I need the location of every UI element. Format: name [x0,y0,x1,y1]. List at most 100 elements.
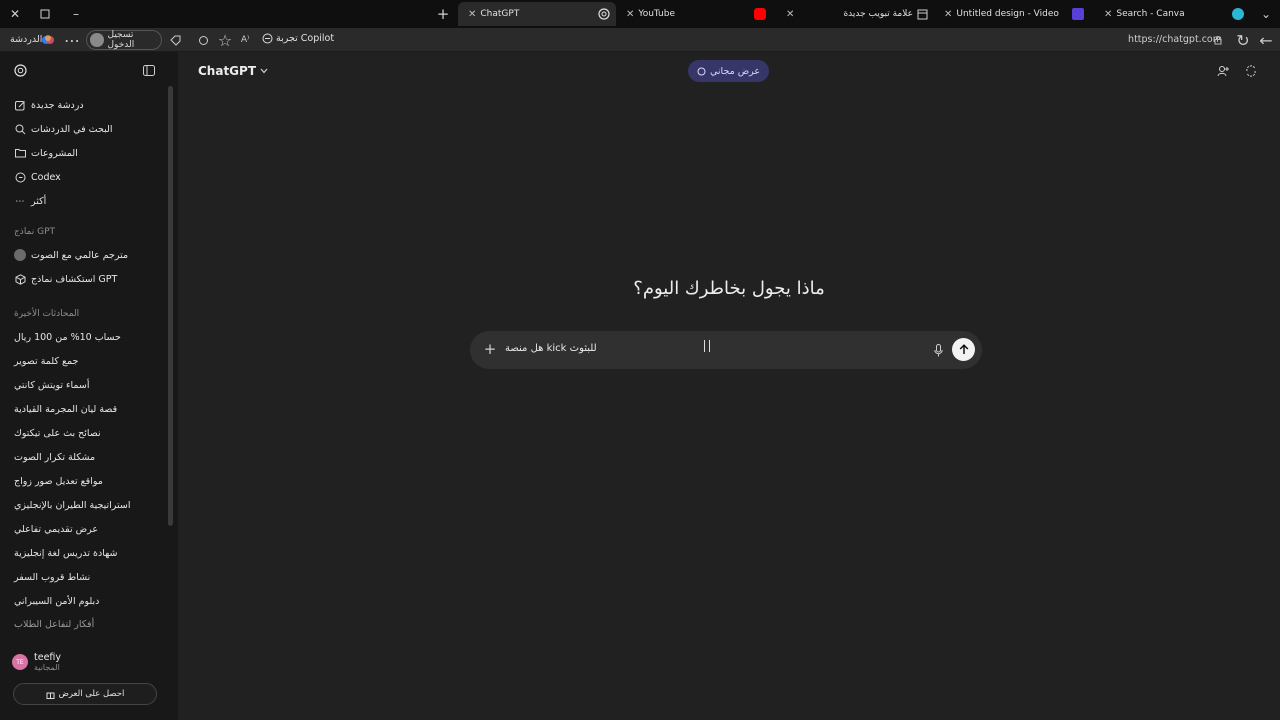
sidebar-item-label: البحث في الدردشات [31,123,113,135]
tab-youtube[interactable]: ✕ YouTube [616,2,776,26]
user-menu[interactable]: TE teefiy المجانية [12,652,61,672]
more-options-icon[interactable]: ⋯ [64,31,80,50]
recent-chat-item[interactable]: أفكار لتفاعل الطلاب [14,619,94,630]
send-button[interactable] [952,338,975,361]
chatgpt-logo-icon [598,8,610,20]
sidebar-item-label: المشروعات [31,147,78,159]
tab-new-tab[interactable]: ✕ علامة تبويب جديدة [776,2,934,26]
recent-chat-item[interactable]: دبلوم الأمن السيبراني [14,596,99,607]
openai-logo-icon[interactable] [14,64,27,77]
extensions-icon[interactable] [195,32,211,48]
sidebar-item-new-chat[interactable]: دردشة جديدة [14,99,84,111]
tab-close-icon[interactable]: ✕ [1104,9,1112,20]
canva-video-icon [1072,8,1084,20]
sidebar-item-label: دردشة جديدة [31,99,84,111]
lock-icon [1210,32,1226,48]
pencil-square-icon [14,99,26,111]
edge-chat-label[interactable]: الدردشة [10,34,42,45]
sidebar-toggle-icon[interactable] [143,65,155,76]
sidebar-item-projects[interactable]: المشروعات [14,147,78,159]
recent-chat-item[interactable]: نصائح بث على تيكتوك [14,428,101,439]
tab-label: YouTube [638,9,675,19]
prompt-input[interactable]: هل منصة kick للبثوث [505,343,597,354]
sidebar-item-label: مترجم عالمي مع الصوت [31,249,129,261]
tab-label: Search - Canva [1116,9,1185,19]
main-area: ChatGPT عرض مجاني ماذا يجول بخاطرك اليوم… [178,52,1280,720]
canva-logo-icon [1232,8,1244,20]
tab-chatgpt[interactable]: ✕ ChatGPT [458,2,616,26]
tab-close-icon[interactable]: ✕ [786,9,794,20]
back-arrow-icon[interactable]: ← [1258,31,1274,50]
tab-label: علامة تبويب جديدة [843,9,913,19]
recent-chat-item[interactable]: استراتيجية الطيران بالإنجليزي [14,500,130,511]
attach-plus-icon[interactable]: + [482,340,498,358]
recent-chat-item[interactable]: مشكلة تكرار الصوت [14,452,95,463]
free-offer-label: عرض مجاني [710,65,761,77]
arrow-up-icon [959,344,969,355]
recent-chat-item[interactable]: مواقع تعديل صور زواج [14,476,103,487]
temporary-chat-icon[interactable] [1244,64,1258,78]
signin-label: تسجيل الدخول [107,30,135,50]
model-selector[interactable]: ChatGPT [198,64,268,78]
copilot-icon [262,33,273,44]
recent-chat-item[interactable]: أسماء تويتش كانتي [14,380,90,391]
microphone-icon[interactable] [931,342,945,358]
model-name: ChatGPT [198,64,257,78]
user-plan: المجانية [34,663,60,672]
folder-icon [14,147,26,159]
sidebar: دردشة جديدة البحث في الدردشات المشروعات … [0,52,178,720]
chat-composer[interactable]: + هل منصة kick للبثوث [470,331,982,369]
profile-avatar [90,33,104,47]
translator-avatar-icon [14,249,26,261]
get-offer-button[interactable]: احصل على العرض [13,683,157,705]
text-cursor-icon [704,340,710,352]
new-tab-icon[interactable]: + [433,4,453,24]
recent-chat-item[interactable]: قصة ليان المجرمة القيادية [14,404,117,415]
get-offer-label: احصل على العرض [58,689,125,699]
read-aloud-icon[interactable]: A⁾ [237,32,253,48]
share-user-icon[interactable] [1216,64,1230,78]
recent-chat-item[interactable]: عرض تقديمي تفاعلي [14,524,98,535]
minimize-window-icon[interactable]: – [66,4,86,24]
recent-chat-item[interactable]: نشاط قروب السفر [14,572,90,583]
cube-icon [14,273,26,285]
tab-close-icon[interactable]: ✕ [468,9,476,20]
sidebar-item-gpt-translator[interactable]: مترجم عالمي مع الصوت [14,249,128,261]
free-offer-button[interactable]: عرض مجاني [688,60,770,82]
close-window-icon[interactable]: ✕ [5,4,25,24]
more-dots-icon: ⋯ [15,195,25,207]
sidebar-item-explore-gpts[interactable]: استكشاف نماذج GPT [14,273,117,285]
recent-chat-item[interactable]: شهادة تدريس لغة إنجليزية [14,548,117,559]
tab-canva-video[interactable]: ✕ Untitled design - Video [934,2,1094,26]
user-name: teefiy [34,652,62,663]
sidebar-item-label: استكشاف نماذج GPT [31,273,118,285]
signin-button[interactable]: تسجيل الدخول [86,30,162,50]
tab-canva-search[interactable]: ✕ Search - Canva [1094,2,1254,26]
refresh-icon[interactable]: ↻ [1235,31,1251,50]
recent-heading: المحادثات الأخيرة [14,309,80,319]
restore-window-icon[interactable] [35,4,55,24]
recent-chat-item[interactable]: جمع كلمة تصوير [14,356,78,367]
collections-icon[interactable] [167,32,183,48]
greeting-heading: ماذا يجول بخاطرك اليوم؟ [633,278,825,299]
tab-label: ChatGPT [480,9,520,19]
tab-close-icon[interactable]: ✕ [626,9,634,20]
tab-close-icon[interactable]: ✕ [944,9,952,20]
favorite-star-icon[interactable]: ☆ [217,31,233,50]
url-field[interactable]: https://chatgpt.com [1128,34,1222,45]
copilot-button[interactable]: تجربة Copilot [262,33,334,44]
sidebar-item-codex[interactable]: Codex [14,171,61,183]
gift-icon [46,690,55,699]
copilot-label: تجربة Copilot [276,33,335,44]
recent-chat-item[interactable]: حساب 10% من 100 ريال [14,332,121,343]
copilot-app-icon[interactable] [40,32,56,48]
sidebar-item-label: أكثر [31,195,47,207]
sidebar-item-search-chats[interactable]: البحث في الدردشات [14,123,113,135]
browser-toolbar: الدردشة ⋯ تسجيل الدخول ☆ A⁾ تجربة Copilo… [0,28,1280,52]
sidebar-scrollbar[interactable] [168,86,173,526]
sidebar-item-label: Codex [31,171,61,183]
user-avatar: TE [12,654,28,670]
sidebar-item-more[interactable]: ⋯ أكثر [14,195,46,207]
tab-list-chevron-icon[interactable]: ⌄ [1256,4,1276,24]
browser-tab-strip: ✕ – + ✕ ChatGPT ✕ YouTube ✕ علامة تبويب … [0,0,1280,28]
